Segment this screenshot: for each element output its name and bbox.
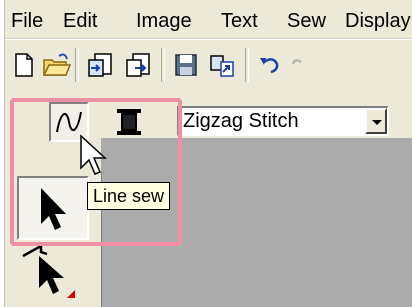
menu-edit[interactable]: Edit <box>63 10 97 32</box>
thread-spool-icon <box>117 109 141 135</box>
main-toolbar <box>5 39 412 91</box>
application-window: File Edit Image Text Sew Display Zigzag … <box>4 0 412 307</box>
menu-file[interactable]: File <box>11 10 43 32</box>
menu-sew[interactable]: Sew <box>287 10 326 32</box>
select-arrow-icon <box>41 188 66 230</box>
redo-icon[interactable] <box>287 50 317 80</box>
workspace-area <box>101 138 412 172</box>
toolbar-separator <box>161 48 165 82</box>
thread-color-button[interactable] <box>109 102 149 142</box>
open-folder-icon[interactable] <box>41 50 72 80</box>
dropdown-arrow-button[interactable] <box>365 108 387 134</box>
select-tool-button[interactable] <box>17 176 89 240</box>
tooltip: Line sew <box>87 182 171 210</box>
send-icon[interactable] <box>207 50 237 80</box>
import-icon[interactable] <box>85 50 115 80</box>
undo-icon[interactable] <box>255 50 285 80</box>
save-icon[interactable] <box>171 50 201 80</box>
menu-display[interactable]: Display <box>345 10 411 32</box>
export-icon[interactable] <box>123 50 153 80</box>
toolbar-separator <box>245 48 249 82</box>
mouse-cursor-icon <box>80 134 107 175</box>
point-edit-tool-button[interactable] <box>17 242 89 306</box>
menu-text[interactable]: Text <box>221 10 258 32</box>
stitch-type-select[interactable]: Zigzag Stitch <box>177 106 389 136</box>
toolbar-separator <box>75 48 79 82</box>
menu-bar: File Edit Image Text Sew Display <box>5 0 412 39</box>
chevron-down-icon <box>372 120 382 125</box>
menu-image[interactable]: Image <box>136 10 192 32</box>
stitch-type-value: Zigzag Stitch <box>183 110 299 132</box>
point-edit-icon <box>22 243 75 298</box>
new-icon[interactable] <box>9 50 39 80</box>
